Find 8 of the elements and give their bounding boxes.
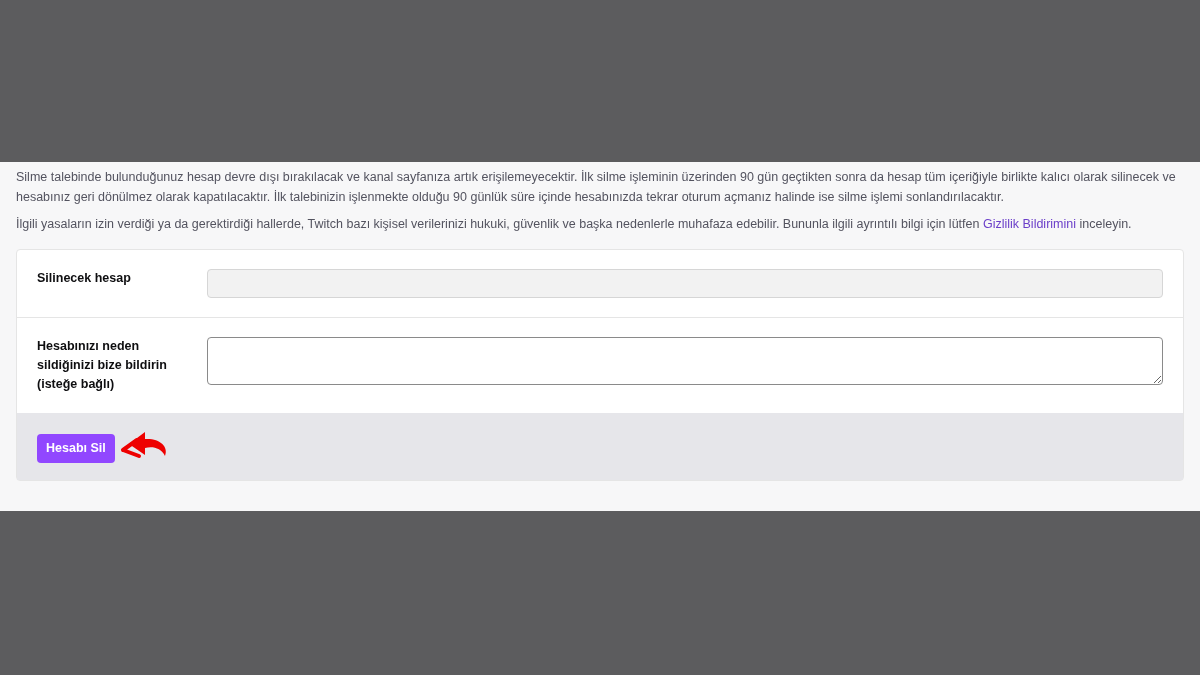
field-label: Silinecek hesap bbox=[37, 270, 132, 287]
delete-account-button[interactable]: Hesabı Sil bbox=[37, 433, 115, 463]
field-label: Hesabınızı neden sildiğinizi bize bildirin (isteğe bağlı) bbox=[37, 338, 168, 393]
deletion-notice: Silme talebinde bulunduğunuz hesap devre dışı bırakılacak ve kanal sayfanıza artık erişilemeyecektir. İlk silme işleminin üzerinden 90 gün geçtikten sonra da hesap tüm içeriğiyle birlikte kalıcı olarak silinecek ve hesabınız geri dönülmez olarak kapatılacaktır. İlk talebinizin işlenmekte olduğu 90 günlük süre içinde hesabınızda tekrar oturum açmanız halinde ise silme işlemi sonlandırılacaktır. bbox=[16, 169, 1177, 206]
privacy-link[interactable]: Gizlilik Bildirimini bbox=[982, 217, 1076, 231]
reason-field[interactable] bbox=[207, 337, 1163, 385]
account-field[interactable] bbox=[207, 269, 1163, 298]
privacy-notice: İlgili yasaların izin verdiği ya da gerektirdiği hallerde, Twitch bazı kişisel verilerinizi hukuki, güvenlik ve başka nedenlerle muhafaza edebilir. Bununla ilgili ayrıntılı bilgi için lütfen Gizlilik Bildirimini inceleyin. bbox=[16, 216, 1133, 233]
